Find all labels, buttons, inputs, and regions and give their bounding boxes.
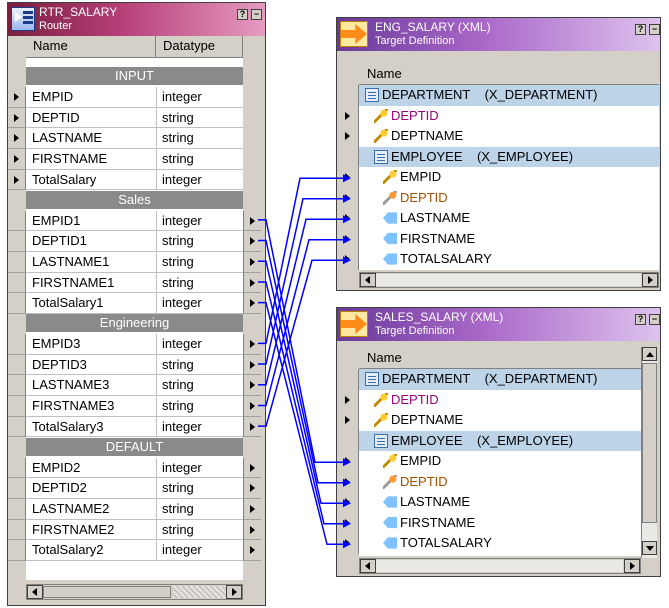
link-arrow-icon xyxy=(343,499,351,508)
link-arrow-icon xyxy=(343,540,351,549)
link-arrow-icon xyxy=(343,235,351,244)
link-arrow-icon xyxy=(343,194,351,203)
link-arrow-icon xyxy=(343,458,351,467)
link-arrow-icon xyxy=(343,256,351,265)
link-arrow-icon xyxy=(343,519,351,528)
link-arrow-icon xyxy=(343,478,351,487)
link-arrow-icon xyxy=(343,174,351,183)
link-arrow-icon xyxy=(343,215,351,224)
link-lines xyxy=(258,174,351,549)
